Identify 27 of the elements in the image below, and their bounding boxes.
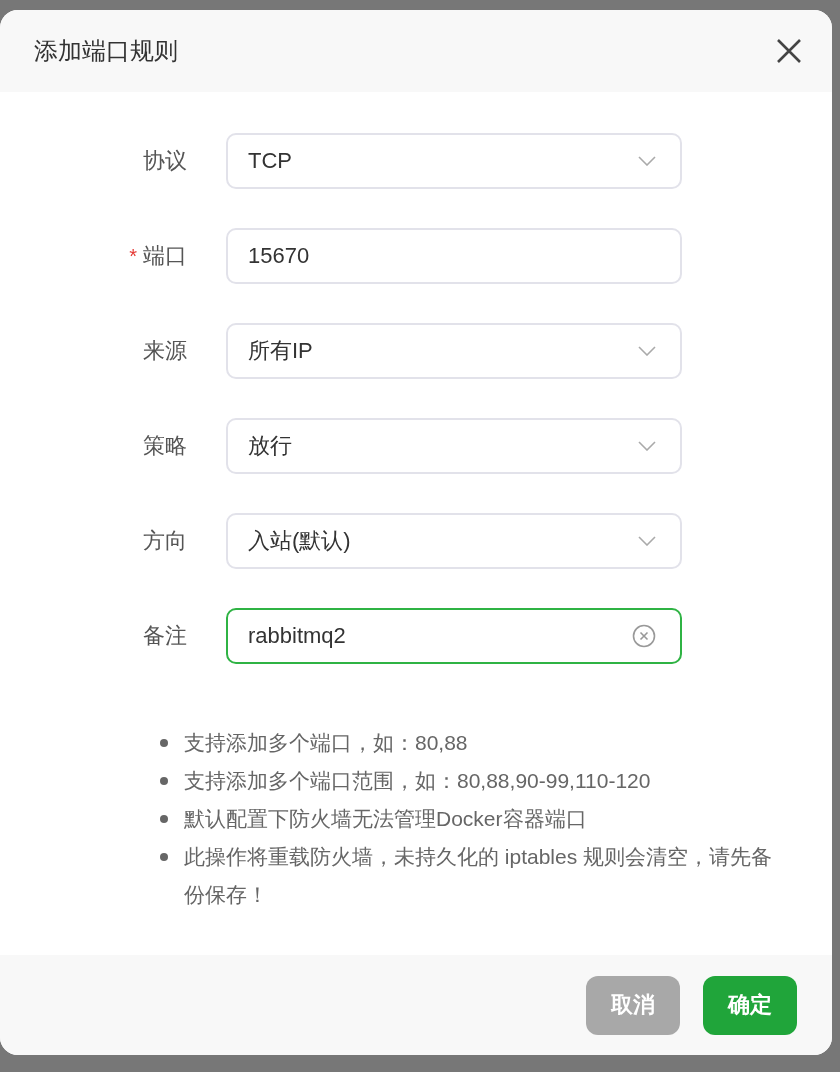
bullet-icon	[160, 853, 168, 861]
hint-text: 此操作将重载防火墙，未持久化的 iptables 规则会清空，请先备份保存！	[184, 844, 774, 908]
hint-text: 支持添加多个端口范围，如：80,88,90-99,110-120	[184, 768, 651, 794]
field-label: 来源	[143, 337, 187, 365]
select-field[interactable]: 入站(默认)	[226, 513, 682, 569]
field-label: 方向	[143, 527, 187, 555]
input-field[interactable]: 15670	[226, 228, 682, 284]
bullet-icon	[160, 739, 168, 747]
bullet-icon	[160, 777, 168, 785]
chevron-down-icon	[638, 156, 656, 166]
chevron-down-icon	[638, 441, 656, 451]
field-label: 备注	[143, 622, 187, 650]
field-label: 端口	[143, 242, 187, 270]
hint-text: 支持添加多个端口，如：80,88	[184, 730, 468, 756]
select-field[interactable]: TCP	[226, 133, 682, 189]
field-label: 协议	[143, 147, 187, 175]
dialog-title: 添加端口规则	[34, 36, 178, 66]
chevron-down-icon	[638, 346, 656, 356]
chevron-down-icon	[638, 536, 656, 546]
input-field[interactable]: rabbitmq2	[226, 608, 682, 664]
select-field[interactable]: 放行	[226, 418, 682, 474]
required-asterisk: *	[129, 244, 137, 268]
bullet-icon	[160, 815, 168, 823]
hint-text: 默认配置下防火墙无法管理Docker容器端口	[184, 806, 587, 832]
clear-icon[interactable]	[632, 624, 656, 648]
select-field[interactable]: 所有IP	[226, 323, 682, 379]
field-label: 策略	[143, 432, 187, 460]
